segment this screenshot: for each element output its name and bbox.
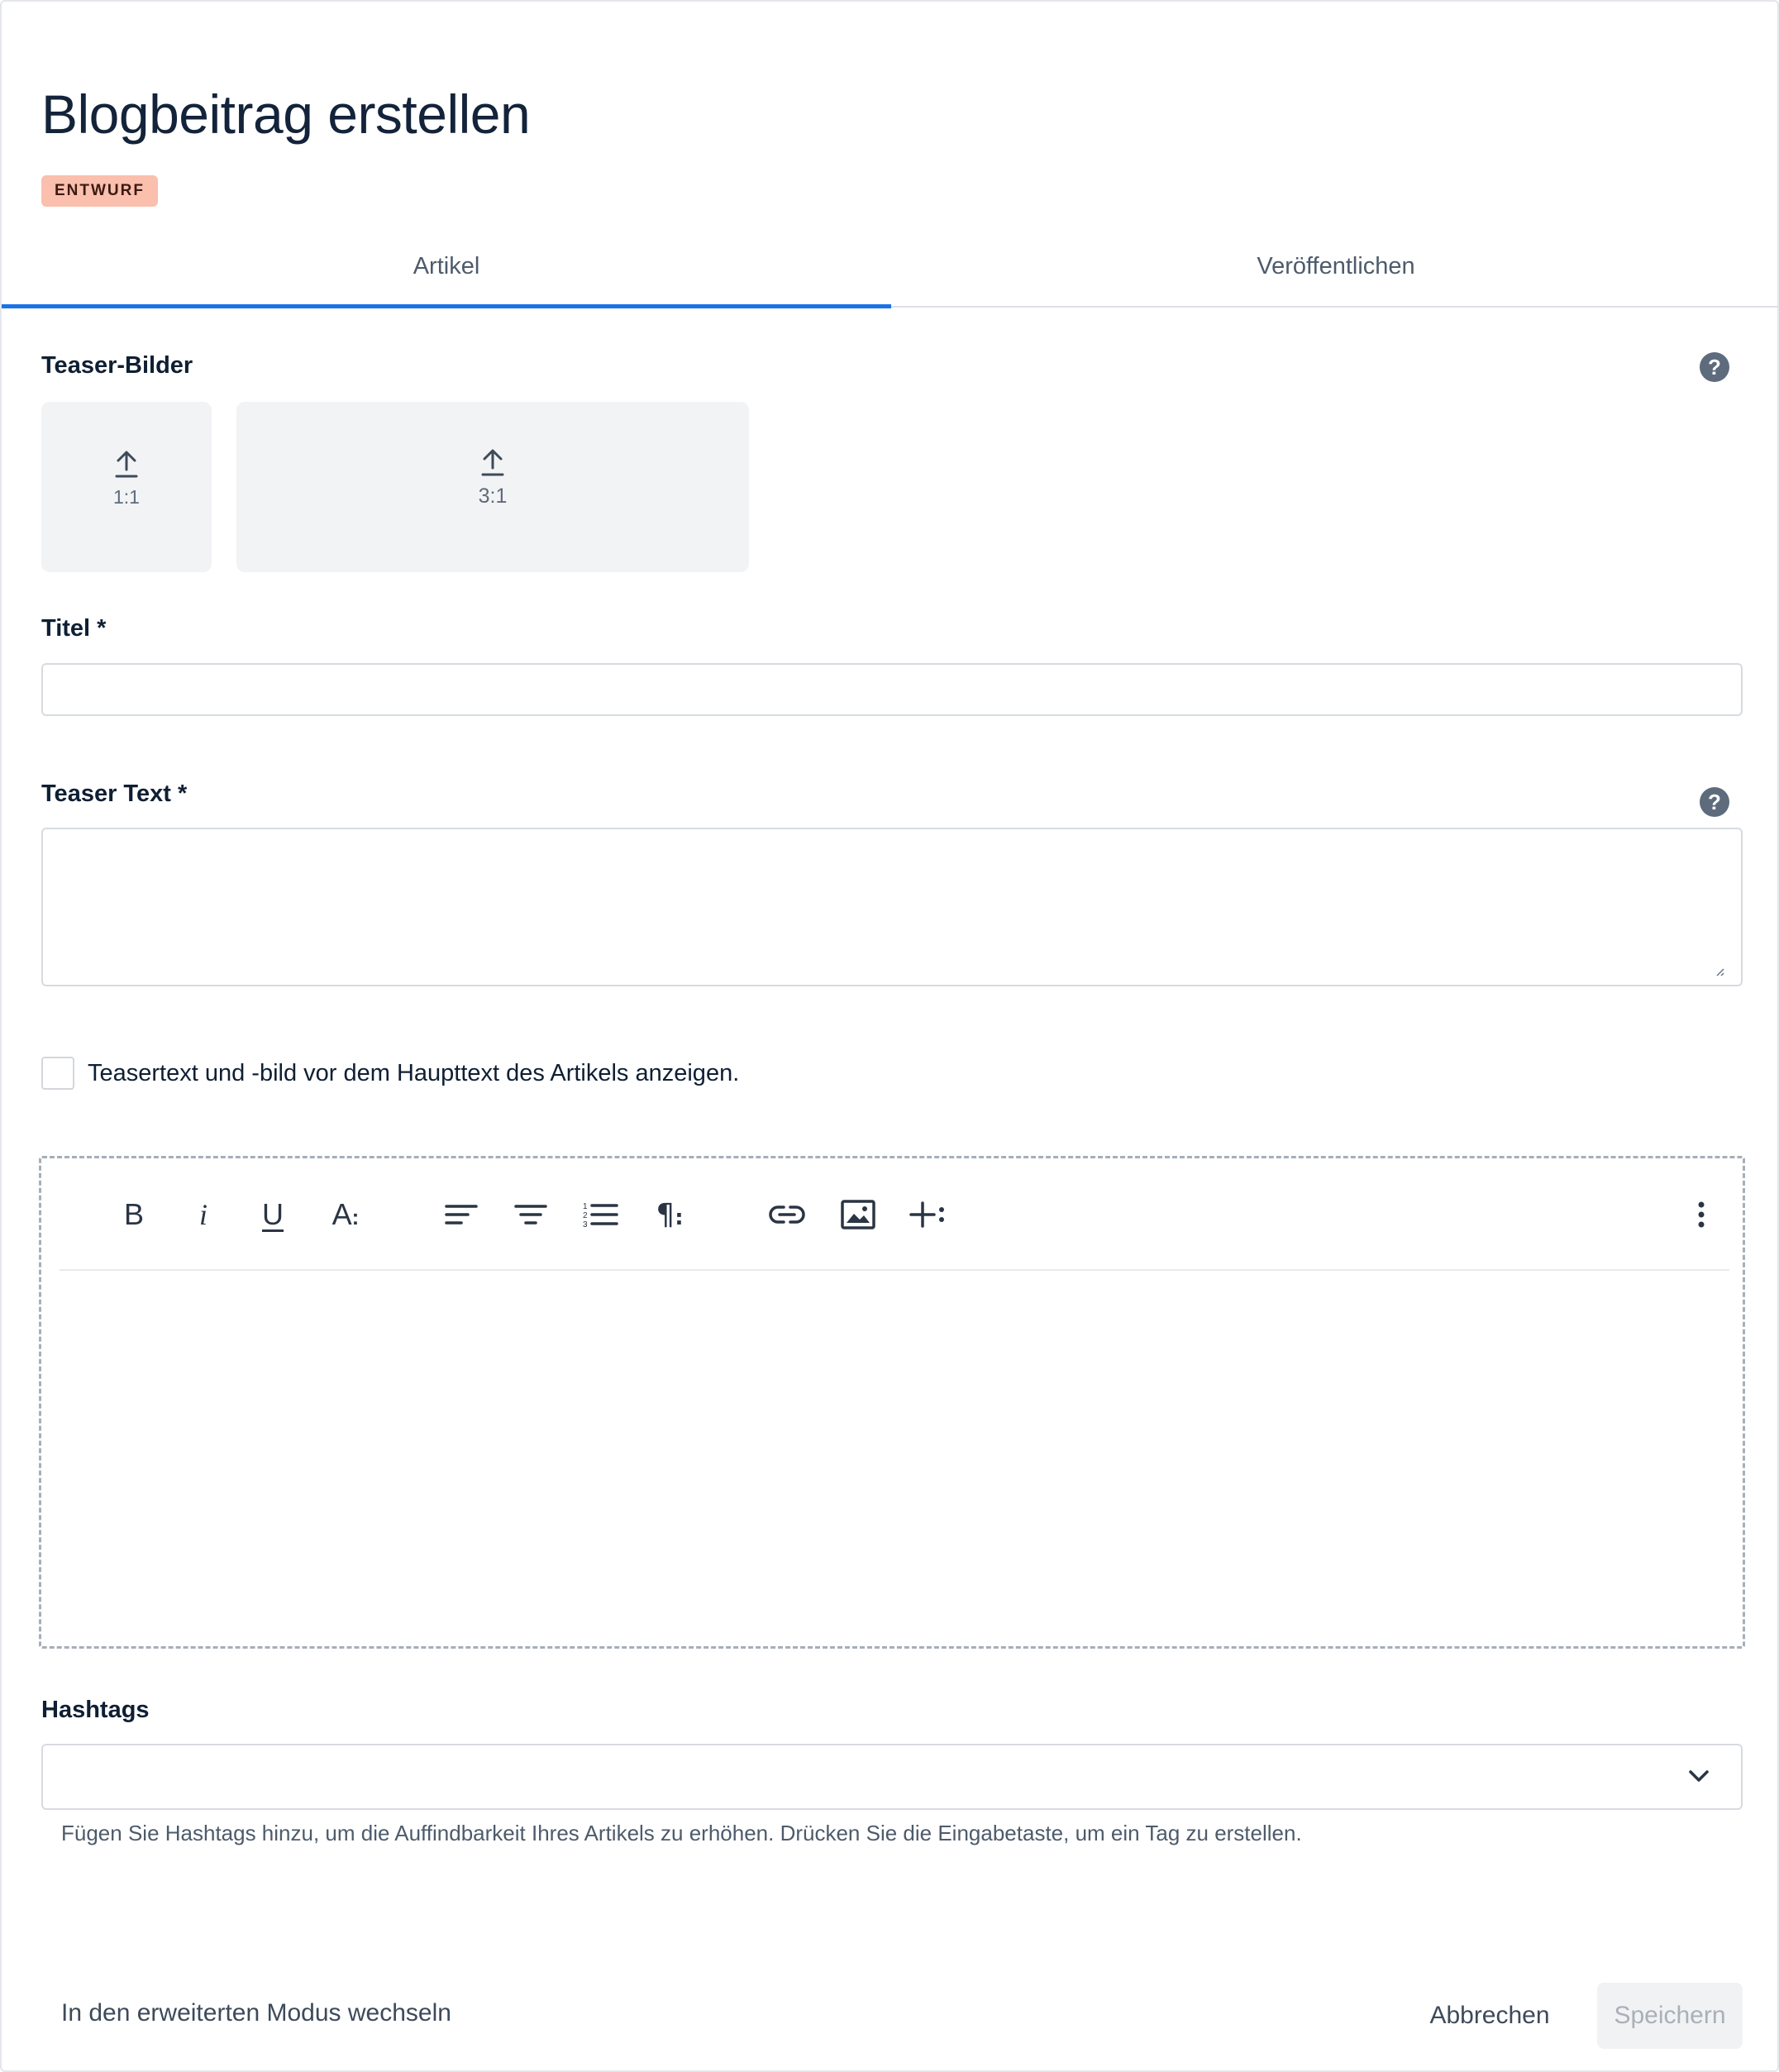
switch-advanced-mode-link[interactable]: In den erweiterten Modus wechseln <box>61 1999 451 2027</box>
bold-button[interactable]: B <box>111 1191 157 1238</box>
font-size-glyph: A <box>331 1197 352 1231</box>
italic-icon: i <box>198 1198 207 1231</box>
cancel-button[interactable]: Abbrechen <box>1407 1983 1572 2049</box>
align-left-icon <box>445 1205 478 1225</box>
show-teaser-checkbox[interactable] <box>41 1057 74 1090</box>
upload-arrow-icon <box>481 449 504 476</box>
title-label: Titel * <box>41 615 107 642</box>
align-left-button[interactable] <box>438 1191 484 1238</box>
upload-teaser-image-3x1[interactable]: 3:1 <box>236 402 749 572</box>
editor-toolbar: B i U A: 1 2 3 ¶: <box>60 1158 1729 1271</box>
font-size-button[interactable]: A: <box>322 1191 369 1238</box>
italic-button[interactable]: i <box>180 1191 227 1238</box>
resize-grip-icon[interactable] <box>1715 967 1724 976</box>
underline-icon: U <box>262 1197 284 1231</box>
teaser-text-area[interactable] <box>41 828 1743 986</box>
question-circle-icon[interactable]: ? <box>1700 787 1729 817</box>
insert-more-button[interactable] <box>904 1191 951 1238</box>
show-teaser-checkbox-label[interactable]: Teasertext und -bild vor dem Haupttext d… <box>88 1057 739 1090</box>
svg-text:1: 1 <box>583 1202 588 1211</box>
teaser-text-label: Teaser Text * <box>41 781 188 807</box>
image-icon <box>841 1200 875 1229</box>
paragraph-glyph: ¶ <box>656 1197 675 1232</box>
page-title: Blogbeitrag erstellen <box>41 84 531 145</box>
upload-ratio-label: 3:1 <box>478 485 508 508</box>
plus-icon <box>909 1201 944 1228</box>
link-icon <box>769 1205 805 1224</box>
font-size-icon: A: <box>331 1197 360 1231</box>
hashtags-hint: Fügen Sie Hashtags hinzu, um die Auffind… <box>61 1821 1302 1845</box>
underline-button[interactable]: U <box>250 1191 296 1238</box>
numbered-list-icon: 1 2 3 <box>583 1202 618 1229</box>
create-blog-post-dialog: Blogbeitrag erstellen ENTWURF Artikel Ve… <box>0 0 1779 2072</box>
vertical-dots-icon <box>1698 1201 1705 1228</box>
hashtags-select[interactable] <box>41 1744 1743 1810</box>
title-input[interactable] <box>41 663 1743 716</box>
align-center-icon <box>514 1205 547 1225</box>
paragraph-icon: ¶: <box>656 1197 684 1232</box>
hashtags-label: Hashtags <box>41 1697 150 1723</box>
tab-veroeffentlichen[interactable]: Veröffentlichen <box>891 241 1779 308</box>
upload-ratio-label: 1:1 <box>113 486 140 508</box>
svg-text:3: 3 <box>583 1220 588 1229</box>
question-circle-icon[interactable]: ? <box>1700 352 1729 382</box>
chevron-down-icon <box>1689 1770 1709 1782</box>
align-center-button[interactable] <box>508 1191 554 1238</box>
status-badge: ENTWURF <box>41 175 158 207</box>
upload-arrow-icon <box>115 451 138 478</box>
teaser-images-label: Teaser-Bilder <box>41 352 193 379</box>
svg-text:2: 2 <box>583 1211 588 1220</box>
editor-content-area[interactable] <box>60 1272 1729 1645</box>
upload-teaser-image-1x1[interactable]: 1:1 <box>41 402 212 572</box>
save-button[interactable]: Speichern <box>1597 1983 1743 2049</box>
tab-artikel[interactable]: Artikel <box>2 241 891 308</box>
paragraph-format-button[interactable]: ¶: <box>646 1191 693 1238</box>
insert-image-button[interactable] <box>835 1191 881 1238</box>
rich-text-editor: B i U A: 1 2 3 ¶: <box>39 1156 1745 1649</box>
bold-icon: B <box>123 1197 144 1231</box>
numbered-list-button[interactable]: 1 2 3 <box>577 1191 623 1238</box>
tab-bar: Artikel Veröffentlichen <box>2 241 1779 308</box>
more-options-button[interactable] <box>1678 1191 1724 1238</box>
insert-link-button[interactable] <box>764 1191 810 1238</box>
